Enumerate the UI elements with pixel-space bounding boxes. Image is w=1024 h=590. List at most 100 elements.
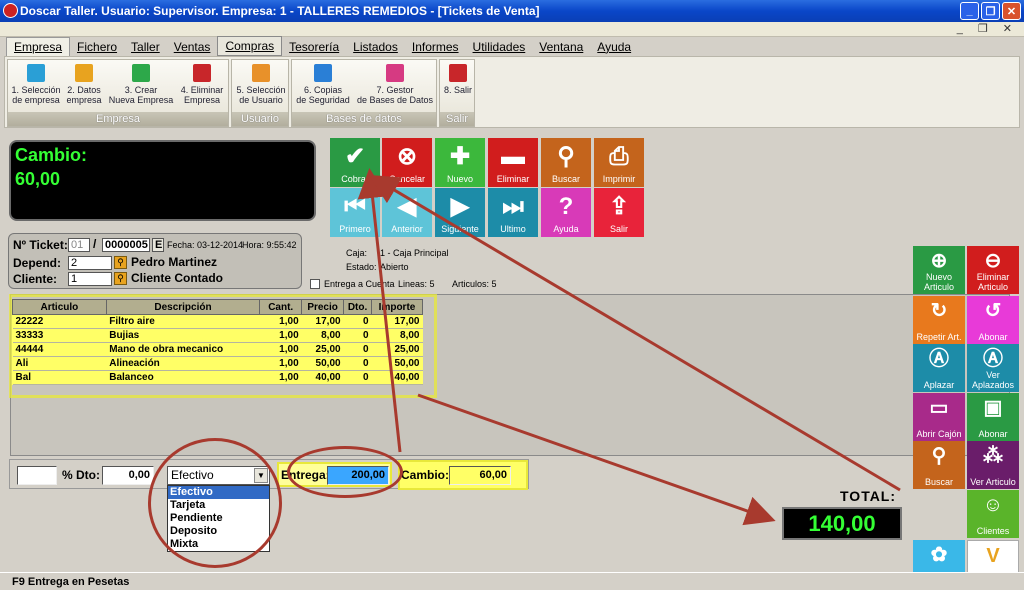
printer-icon: ⎙	[609, 143, 629, 170]
ribbon-copias-seguridad[interactable]: 6. Copias de Seguridad	[294, 62, 352, 105]
ribbon: 1. Selección de empresa 2. Datos empresa 3…	[4, 56, 1020, 128]
delete-doc-icon	[193, 64, 211, 82]
siguiente-button[interactable]: ▶ Siguiente	[435, 188, 485, 237]
cancelar-label: Cancelar	[388, 174, 426, 184]
buscar-label: Buscar	[551, 174, 580, 184]
cambio-display-value: 60,00	[15, 169, 61, 189]
grid-highlight	[9, 294, 437, 398]
buscar-button[interactable]: ⚲ Buscar	[541, 138, 591, 187]
imprimir-button[interactable]: ⎙ Imprimir	[594, 138, 644, 187]
menu-ventas[interactable]: Ventas	[167, 38, 218, 56]
depend-code-field[interactable]: 2	[68, 256, 112, 270]
ribbon-salir[interactable]: 8. Salir	[442, 62, 474, 95]
group-label-salir: Salir	[440, 112, 474, 126]
repetir-articulo-button[interactable]: ↻ Repetir Art.	[913, 296, 965, 344]
menu-tesoreria[interactable]: Tesorería	[282, 38, 346, 56]
eliminar-articulo-button[interactable]: ⊖ Eliminar Articulo	[967, 246, 1019, 294]
cliente-label: Cliente:	[13, 272, 58, 286]
repetir-articulo-label: Repetir Art.	[916, 332, 962, 342]
estado-label: Estado:	[346, 262, 377, 272]
caja-label: Caja:	[346, 248, 368, 258]
salir-button[interactable]: ⇪ Salir	[594, 188, 644, 237]
close-button[interactable]: ✕	[1002, 2, 1021, 20]
abrir-cajon-label: Abrir Cajón	[916, 429, 962, 439]
eliminar-articulo-icon: ⊖	[984, 250, 1002, 272]
lineas-count: Lineas: 5	[398, 279, 435, 289]
menu-utilidades[interactable]: Utilidades	[466, 38, 533, 56]
abonar-button[interactable]: ↺ Abonar	[967, 296, 1019, 344]
dto-code-field[interactable]	[17, 466, 57, 485]
eliminar-button[interactable]: ▬ Eliminar	[488, 138, 538, 187]
ultimo-button[interactable]: ⏭ Ultimo	[488, 188, 538, 237]
home-icon	[27, 64, 45, 82]
imprimir-label: Imprimir	[602, 174, 636, 184]
menu-ventana[interactable]: Ventana	[532, 38, 590, 56]
abonar-2-button[interactable]: ▣ Abonar	[967, 393, 1019, 441]
next-icon: ▶	[450, 193, 470, 220]
abrir-cajon-button[interactable]: ▭ Abrir Cajón	[913, 393, 965, 441]
mdi-strip	[0, 22, 1024, 37]
ribbon-gestor-bd[interactable]: 7. Gestor de Bases de Datos	[354, 62, 436, 105]
primero-button[interactable]: ⏮ Primero	[330, 188, 380, 237]
minimize-button[interactable]: _	[960, 2, 979, 20]
ticket-serie-field[interactable]: 01	[68, 238, 90, 252]
menu-fichero[interactable]: Fichero	[70, 38, 124, 56]
buscar-articulo-button[interactable]: ⚲ Buscar	[913, 441, 965, 489]
depend-search-icon[interactable]: ⚲	[114, 256, 127, 269]
cambio-display-label: Cambio:	[15, 145, 87, 165]
menu-listados[interactable]: Listados	[346, 38, 405, 56]
ticket-number-field[interactable]: 0000005	[102, 238, 150, 252]
ribbon-crear-empresa[interactable]: 3. Crear Nueva Empresa	[108, 62, 174, 105]
cambio-bottom-label: Cambio:	[401, 468, 449, 482]
menu-compras[interactable]: Compras	[217, 36, 283, 56]
abrir-cajon-icon: ▭	[929, 397, 949, 419]
total-value: 140,00	[782, 507, 902, 540]
ultimo-label: Ultimo	[500, 224, 526, 234]
anterior-label: Anterior	[391, 224, 423, 234]
ver-aplazados-button[interactable]: Ⓐ Ver Aplazados	[967, 344, 1019, 392]
users-icon	[252, 64, 270, 82]
ribbon-eliminar-empresa[interactable]: 4. Eliminar Empresa	[176, 62, 228, 105]
prev-icon: ◀	[397, 193, 417, 220]
menu-taller[interactable]: Taller	[124, 38, 167, 56]
salir-label: Salir	[609, 224, 628, 234]
ribbon-group-salir: 8. Salir Salir	[439, 59, 475, 127]
clientes-icon: ☺	[982, 494, 1004, 516]
menu-empresa[interactable]: Empresa	[6, 37, 71, 56]
nuevo-button[interactable]: ✚ Nuevo	[435, 138, 485, 187]
ticket-e-button[interactable]: E	[152, 238, 164, 252]
ver-aplazados-icon: Ⓐ	[983, 348, 1003, 370]
aplazar-icon: Ⓐ	[929, 348, 949, 370]
aplazar-button[interactable]: Ⓐ Aplazar	[913, 344, 965, 392]
dto-value-field[interactable]: 0,00	[102, 466, 154, 485]
ayuda-button[interactable]: ? Ayuda	[541, 188, 591, 237]
ticket-hora: Hora: 9:55:42	[242, 240, 297, 250]
ribbon-datos-empresa[interactable]: 2. Datos empresa	[64, 62, 104, 105]
cliente-code-field[interactable]: 1	[68, 272, 112, 286]
database-icon	[386, 64, 404, 82]
ver-articulo-button[interactable]: ⁂ Ver Articulo	[967, 441, 1019, 489]
clientes-button[interactable]: ☺ Clientes	[967, 490, 1019, 538]
entrega-cuenta-checkbox[interactable]	[310, 279, 320, 289]
ver-articulo-label: Ver Articulo	[970, 477, 1016, 487]
restore-button[interactable]: ❐	[981, 2, 1000, 20]
menu-informes[interactable]: Informes	[405, 38, 466, 56]
mdi-window-controls[interactable]: _ ❐ ✕	[957, 22, 1018, 35]
ticket-slash: /	[93, 237, 97, 251]
menu-ayuda[interactable]: Ayuda	[590, 38, 638, 56]
window-title: Doscar Taller. Usuario: Supervisor. Empr…	[20, 4, 540, 18]
exit-icon	[449, 64, 467, 82]
ribbon-seleccion-empresa[interactable]: 1. Selección de empresa	[10, 62, 62, 105]
cancelar-button[interactable]: ⊗ Cancelar	[382, 138, 432, 187]
annotation-ellipse-entrega	[287, 446, 403, 498]
anterior-button[interactable]: ◀ Anterior	[382, 188, 432, 237]
cliente-search-icon[interactable]: ⚲	[114, 272, 127, 285]
search-icon: ⚲	[557, 143, 575, 170]
window-add-icon	[132, 64, 150, 82]
ribbon-seleccion-usuario[interactable]: 5. Selección de Usuario	[234, 62, 288, 105]
eliminar-articulo-label: Eliminar Articulo	[976, 272, 1010, 292]
nuevo-articulo-button[interactable]: ⊕ Nuevo Articulo	[913, 246, 965, 294]
aplazar-label: Aplazar	[923, 380, 955, 390]
cobrar-button[interactable]: ✔ Cobrar	[330, 138, 380, 187]
buscar-articulo-icon: ⚲	[931, 445, 947, 467]
